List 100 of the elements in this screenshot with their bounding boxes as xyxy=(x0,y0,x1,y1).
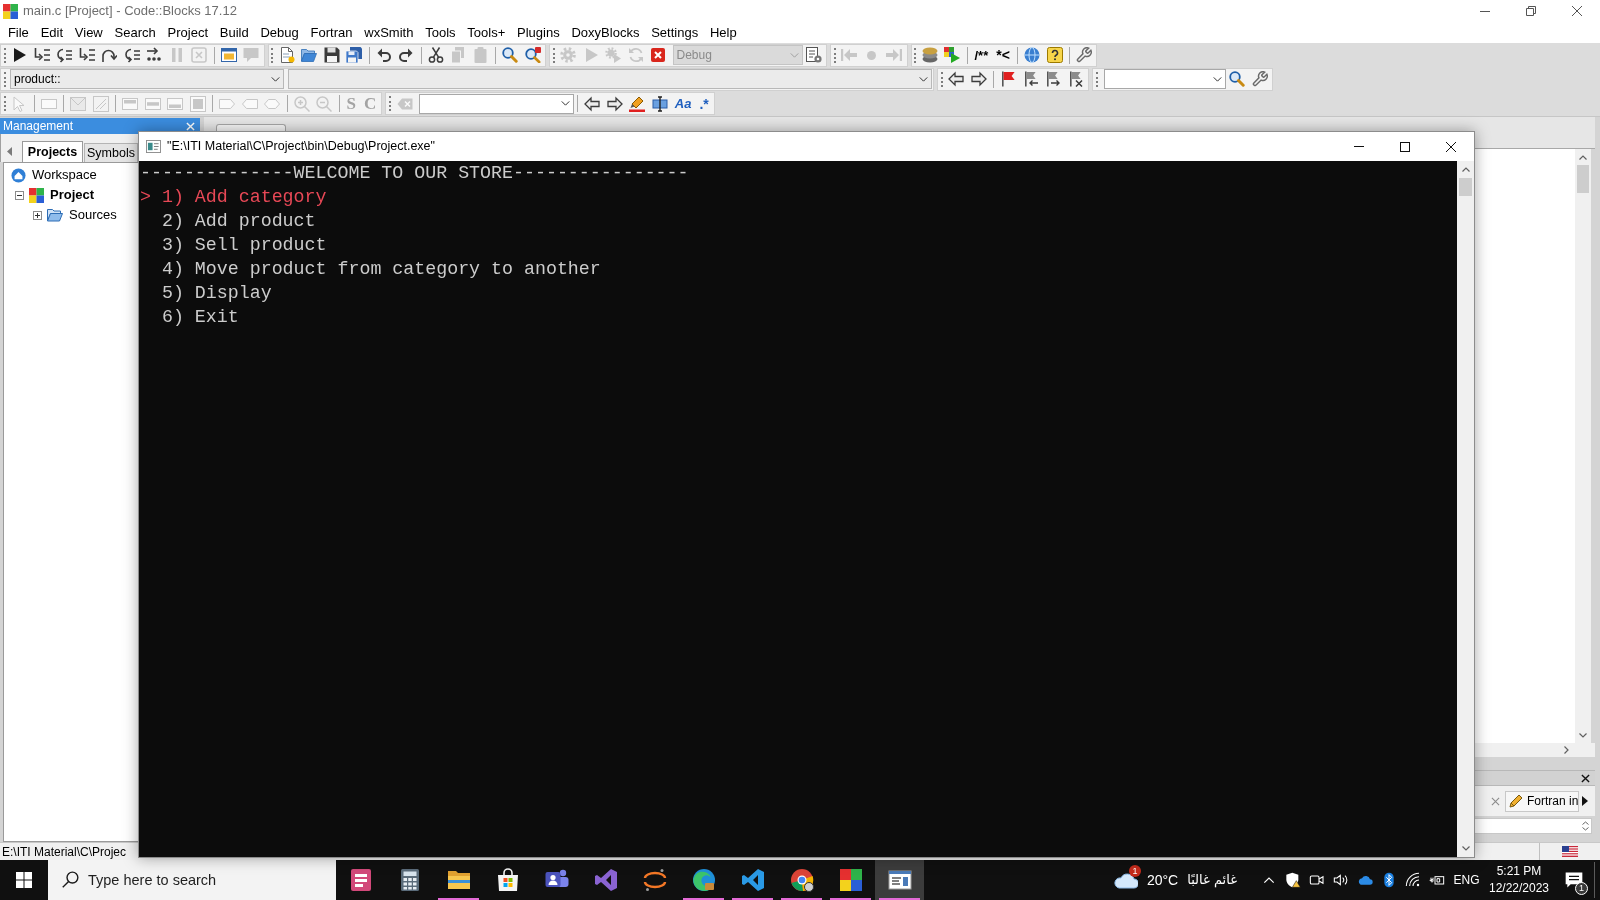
highlighter-icon[interactable] xyxy=(629,95,645,112)
tree-item[interactable]: Sources xyxy=(69,205,117,225)
arrow-left-icon[interactable] xyxy=(948,71,965,87)
menu-item[interactable]: Search xyxy=(108,22,162,43)
curved-arrow-icon[interactable] xyxy=(101,47,118,63)
flag-forward-icon[interactable] xyxy=(1045,71,1062,87)
menu-option[interactable]: 5) Display xyxy=(161,281,272,305)
match-case-button[interactable]: Aa xyxy=(670,92,696,115)
search-field[interactable]: Type here to search xyxy=(48,860,336,900)
taskbar-button[interactable] xyxy=(875,860,924,900)
menu-item[interactable]: Settings xyxy=(645,22,705,43)
log-tab[interactable]: Fortran in xyxy=(1505,790,1579,812)
arrow-left-icon[interactable] xyxy=(584,95,600,112)
flag-back-icon[interactable] xyxy=(1022,71,1039,87)
search-icon[interactable] xyxy=(502,47,519,63)
minimize-icon[interactable] xyxy=(1480,10,1490,12)
menu-item[interactable]: Plugins xyxy=(511,22,566,43)
blocks-arrow-icon[interactable] xyxy=(944,47,961,63)
window-icon[interactable] xyxy=(220,47,237,63)
drag-handle[interactable] xyxy=(833,47,836,63)
panel-tab[interactable]: Symbols xyxy=(84,143,138,162)
camera-icon[interactable] xyxy=(1309,872,1325,888)
wrench-icon[interactable] xyxy=(1251,71,1268,87)
tree-item[interactable]: Project xyxy=(50,185,95,205)
menu-option[interactable]: 4) Move product from category to another xyxy=(161,257,601,281)
menu-item[interactable]: File xyxy=(2,22,35,43)
curved-arrow-lines-icon[interactable] xyxy=(123,47,140,63)
menu-item[interactable]: DoxyBlocks xyxy=(565,22,646,43)
menu-item[interactable]: Build xyxy=(213,22,255,43)
speaker-icon[interactable] xyxy=(1333,872,1349,888)
save-icon[interactable] xyxy=(323,47,340,63)
menu-item[interactable]: Edit xyxy=(34,22,69,43)
undo-icon[interactable] xyxy=(375,47,392,63)
arrow-lines-icon[interactable] xyxy=(33,47,50,63)
triangle-right-icon[interactable] xyxy=(1582,796,1588,806)
clock-date[interactable]: 12/22/2023 xyxy=(1488,880,1550,897)
search-icon[interactable] xyxy=(1229,71,1246,87)
globe-icon[interactable] xyxy=(1024,47,1041,63)
language-indicator[interactable]: ENG xyxy=(1453,871,1480,889)
regex-button[interactable]: .* xyxy=(695,92,713,115)
wifi-icon[interactable] xyxy=(1405,872,1421,888)
drag-handle[interactable] xyxy=(271,47,273,63)
tree-item[interactable]: Workspace xyxy=(32,165,97,185)
up-down-arrows-icon[interactable] xyxy=(1582,820,1589,831)
close-icon[interactable] xyxy=(1572,6,1582,16)
clock-time[interactable]: 5:21 PM xyxy=(1496,863,1542,880)
menu-item[interactable]: Tools+ xyxy=(461,22,512,43)
chevron-right-icon[interactable] xyxy=(1564,746,1569,754)
drag-handle[interactable] xyxy=(552,47,555,63)
arrow-right-icon[interactable] xyxy=(606,95,623,112)
menu-item[interactable]: Debug xyxy=(254,22,305,43)
play-icon[interactable] xyxy=(11,47,28,63)
comment-button[interactable]: /** xyxy=(970,44,993,66)
arrow-right-icon[interactable] xyxy=(970,71,987,87)
input-field[interactable] xyxy=(1474,817,1592,834)
bluetooth-icon[interactable] xyxy=(1381,872,1397,888)
menu-option[interactable]: 1) Add category xyxy=(161,185,327,209)
chevron-down-icon[interactable] xyxy=(1461,846,1470,851)
menu-option[interactable]: 3) Sell product xyxy=(161,233,327,257)
menu-option[interactable]: 6) Exit xyxy=(161,305,239,329)
open-folder-icon[interactable] xyxy=(301,47,318,63)
drag-handle[interactable] xyxy=(1095,71,1098,87)
stack-icon[interactable] xyxy=(921,47,938,63)
search-replace-icon[interactable] xyxy=(524,47,541,63)
drag-handle[interactable] xyxy=(388,96,391,111)
drag-handle[interactable] xyxy=(3,71,6,87)
scope-dropdown[interactable]: product:: xyxy=(10,69,284,89)
flag-icon[interactable] xyxy=(1000,71,1017,87)
scroll-thumb[interactable] xyxy=(1459,178,1472,196)
message-icon[interactable] xyxy=(1564,870,1584,890)
plus-box-icon[interactable] xyxy=(33,210,42,220)
checklist-icon[interactable] xyxy=(805,47,822,63)
flag-x-icon[interactable] xyxy=(1067,71,1084,87)
arrow-dots-icon[interactable] xyxy=(146,47,163,63)
drag-handle[interactable] xyxy=(3,47,6,63)
close-icon[interactable] xyxy=(1581,773,1590,783)
windows-logo-icon[interactable] xyxy=(16,872,32,888)
drag-handle[interactable] xyxy=(914,47,916,63)
redo-icon[interactable] xyxy=(398,47,415,63)
cross-square-icon[interactable] xyxy=(650,47,667,63)
drag-handle[interactable] xyxy=(940,71,943,87)
menu-item[interactable]: Tools xyxy=(419,22,462,43)
scroll-thumb[interactable] xyxy=(1577,165,1589,193)
panel-tab[interactable]: Projects xyxy=(22,141,83,162)
triangle-left-icon[interactable] xyxy=(7,147,12,156)
arrow-lines-icon[interactable] xyxy=(78,47,95,63)
maximize-icon[interactable] xyxy=(1400,141,1410,152)
minus-box-icon[interactable] xyxy=(15,190,24,200)
menu-item[interactable]: Fortran xyxy=(304,22,359,43)
chevron-down-icon[interactable] xyxy=(1579,732,1587,738)
save-all-icon[interactable] xyxy=(346,47,363,63)
new-file-icon[interactable] xyxy=(278,47,295,63)
menu-item[interactable]: View xyxy=(68,22,109,43)
text-select-icon[interactable] xyxy=(651,95,668,112)
vertical-scrollbar[interactable] xyxy=(1457,161,1474,857)
menu-item[interactable]: Project xyxy=(161,22,214,43)
close-icon[interactable] xyxy=(1446,141,1456,152)
menu-option[interactable]: 2) Add product xyxy=(161,209,316,233)
scissors-icon[interactable] xyxy=(427,47,444,63)
menu-item[interactable]: Help xyxy=(704,22,743,43)
